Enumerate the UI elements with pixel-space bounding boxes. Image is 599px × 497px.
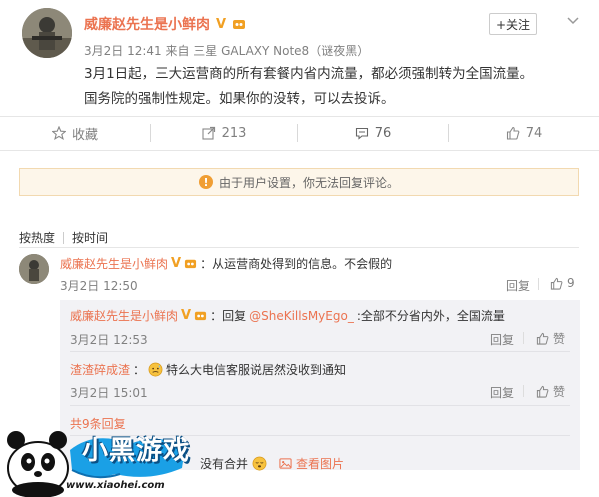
separator: [523, 385, 524, 397]
separator: [538, 278, 539, 290]
reply-mention-link[interactable]: @SheKillsMyEgo_: [249, 309, 354, 323]
divider: [70, 351, 570, 352]
comment-icon: [355, 127, 368, 140]
comment-avatar[interactable]: [19, 254, 49, 284]
reply-text-prefix: ：回复: [210, 309, 247, 323]
comment-author[interactable]: 威廉赵先生是小鲜肉: [60, 255, 168, 272]
comment-like-count: 9: [567, 276, 575, 290]
collect-label: 收藏: [71, 127, 98, 143]
comment-like-button[interactable]: 9: [550, 276, 575, 290]
reply-text-partial: 没有合并: [200, 457, 249, 471]
follow-button[interactable]: +关注: [489, 13, 537, 35]
reply-time: 3月2日 12:53: [70, 333, 148, 347]
emoji-sleepy-icon: [252, 456, 267, 471]
action-bar: 收藏 213 76 74: [0, 117, 599, 149]
watermark-brand: 小黑游戏: [82, 436, 191, 466]
thumbs-up-icon: [550, 277, 563, 290]
reply-like-button[interactable]: 赞: [536, 330, 565, 347]
divider: [19, 247, 579, 248]
tab-sort-hot[interactable]: 按热度: [19, 229, 55, 246]
post-text-line-2: 国务院的强制性规定。如果你的没转，可以去投诉。: [84, 91, 395, 107]
comment-text: ：从运营商处得到的信息。不会假的: [200, 257, 393, 271]
weibo-post-page: 威廉赵先生是小鲜肉 V 3月2日 12:41 来自 三星 GALAXY Note…: [0, 0, 599, 497]
reply-time: 3月2日 15:01: [70, 386, 148, 400]
like-count: 74: [525, 125, 543, 141]
reply-body-partial: 没有合并 查看图片: [200, 455, 344, 472]
comment-button[interactable]: 76: [298, 126, 448, 141]
reply-like-label: 赞: [553, 385, 566, 399]
reply-body: 威廉赵先生是小鲜肉 V ：回复 @SheKillsMyEgo_ :全部不分省内外…: [70, 307, 505, 324]
thumbs-up-icon: [536, 332, 549, 345]
comment-reply-button[interactable]: 回复: [506, 277, 530, 294]
repost-button[interactable]: 213: [151, 126, 297, 141]
reply-like-button[interactable]: 赞: [536, 383, 565, 400]
post-meta: 3月2日 12:41 来自 三星 GALAXY Note8（谜夜黑）: [84, 44, 370, 58]
image-icon: [279, 458, 292, 469]
vip-badge-icon: V: [171, 256, 182, 271]
tab-sort-time[interactable]: 按时间: [72, 229, 108, 246]
thumbs-up-icon: [506, 126, 520, 140]
view-image-link[interactable]: 查看图片: [296, 455, 344, 472]
sort-tabs: 按热度 按时间: [19, 229, 108, 246]
collect-button[interactable]: 收藏: [0, 124, 150, 143]
notice-text: 由于用户设置，你无法回复评论。: [218, 175, 399, 190]
post-text-line-1: 3月1日起，三大运营商的所有套餐内省内流量，都必须强制转为全国流量。: [84, 66, 534, 82]
chevron-down-icon[interactable]: [567, 17, 579, 25]
avatar-image: [22, 8, 72, 58]
warning-icon: !: [198, 175, 213, 189]
post-author-name[interactable]: 威廉赵先生是小鲜肉: [84, 14, 210, 34]
vip-badge-icon: V: [181, 308, 192, 323]
reply-text-suffix: :全部不分省内外，全国流量: [356, 309, 505, 323]
reply-colon: ：: [133, 363, 146, 377]
like-button[interactable]: 74: [449, 126, 599, 141]
reply-reply-button[interactable]: 回复: [490, 384, 514, 401]
post-author-avatar[interactable]: [22, 8, 72, 58]
comment-body: 威廉赵先生是小鲜肉 V ：从运营商处得到的信息。不会假的: [60, 255, 392, 272]
reply-reply-button[interactable]: 回复: [490, 331, 514, 348]
member-crown-icon: [233, 20, 246, 29]
divider: [70, 405, 570, 406]
reply-text: 特么大电信客服说居然没收到通知: [166, 363, 347, 377]
repost-count: 213: [221, 125, 247, 141]
avatar-image: [19, 254, 49, 284]
repost-icon: [202, 126, 215, 140]
vip-badge-icon: V: [216, 16, 227, 32]
comment-time: 3月2日 12:50: [60, 279, 138, 293]
separator: [63, 231, 65, 244]
reply-body: 渣渣碎成渣 ： 特么大电信客服说居然没收到通知: [70, 361, 346, 378]
watermark-logo: 小黑游戏 www.xiaohei.com: [0, 410, 200, 497]
star-icon: [51, 126, 66, 140]
reply-disabled-notice: ! 由于用户设置，你无法回复评论。: [19, 168, 579, 196]
post-text: 3月1日起，三大运营商的所有套餐内省内流量，都必须强制转为全国流量。 国务院的强…: [84, 62, 584, 112]
reply-author[interactable]: 威廉赵先生是小鲜肉: [70, 307, 178, 324]
separator: [523, 332, 524, 344]
member-crown-icon: [185, 259, 197, 269]
emoji-sweat-icon: [148, 362, 163, 377]
reply-like-label: 赞: [553, 332, 566, 346]
watermark-url: www.xiaohei.com: [66, 480, 165, 491]
thumbs-up-icon: [536, 385, 549, 398]
comment-count: 76: [374, 125, 392, 141]
member-crown-icon: [195, 311, 207, 321]
reply-author[interactable]: 渣渣碎成渣: [70, 361, 130, 378]
